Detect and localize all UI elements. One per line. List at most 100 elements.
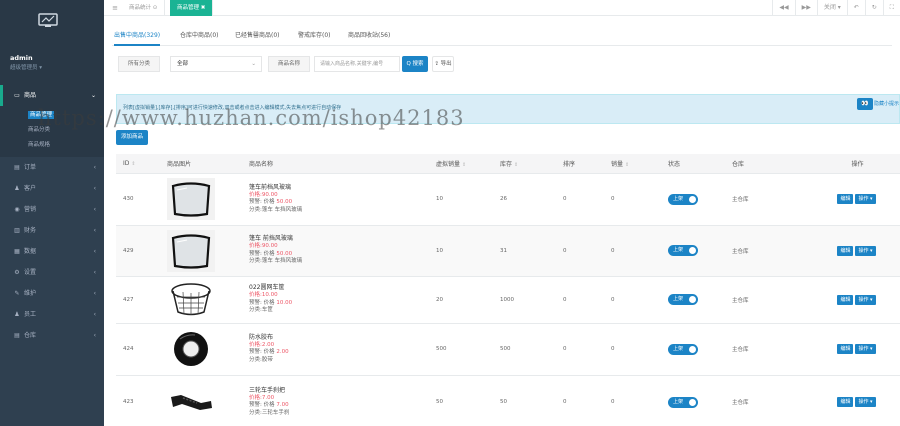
submenu-item-2[interactable]: 商品规格 bbox=[0, 138, 104, 153]
scroll-left-icon[interactable]: ◀◀ bbox=[772, 0, 794, 16]
cell-virtual-sales[interactable]: 10 bbox=[429, 173, 493, 226]
cell-product-info: 022圆网车筐 价格:10.00 预警: 价格 10.00 分类:车筐 bbox=[242, 276, 429, 324]
cell-status: 上架 bbox=[661, 173, 725, 226]
cell-warehouse: 主仓库 bbox=[725, 375, 815, 426]
sidebar-item-5[interactable]: ▦ 数据 ‹ bbox=[0, 241, 104, 262]
cell-stock[interactable]: 50 bbox=[493, 375, 556, 426]
col-sales[interactable]: 销量 ⇕ bbox=[604, 154, 661, 174]
submenu-item-0[interactable]: 商品管理 bbox=[0, 108, 104, 123]
search-input[interactable]: 请输入商品名称,关键字,编号 bbox=[314, 56, 400, 72]
tab-recycle-bin[interactable]: 商品回收站(56) bbox=[348, 28, 390, 46]
cell-warehouse: 主仓库 bbox=[725, 276, 815, 324]
sidebar-item-4[interactable]: ▥ 财务 ‹ bbox=[0, 220, 104, 241]
edit-button[interactable]: 编辑 bbox=[837, 397, 854, 407]
cell-actions: 编辑 操作 ▾ bbox=[815, 276, 900, 324]
more-actions-button[interactable]: 操作 ▾ bbox=[855, 344, 876, 354]
cell-virtual-sales[interactable]: 500 bbox=[429, 323, 493, 376]
sort-icon[interactable]: ⇕ bbox=[462, 162, 466, 168]
sidebar-item-1[interactable]: ▤ 订单 ‹ bbox=[0, 157, 104, 178]
fullscreen-icon[interactable]: ⛶ bbox=[882, 0, 900, 16]
sidebar-item-3[interactable]: ◉ 营销 ‹ bbox=[0, 199, 104, 220]
status-toggle[interactable]: 上架 bbox=[668, 193, 698, 205]
edit-button[interactable]: 编辑 bbox=[837, 344, 854, 354]
product-name[interactable]: 篷车前档风玻璃 bbox=[249, 184, 429, 192]
cell-sort[interactable]: 0 bbox=[556, 323, 604, 376]
product-price: 价格:90.00 bbox=[249, 243, 278, 250]
more-actions-button[interactable]: 操作 ▾ bbox=[855, 245, 876, 256]
cell-virtual-sales[interactable]: 50 bbox=[429, 375, 493, 426]
close-menu-button[interactable]: 关闭 ▾ bbox=[816, 0, 847, 16]
tab-in-warehouse[interactable]: 仓库中商品(0) bbox=[180, 28, 219, 46]
chevron-right-icon: ‹ bbox=[93, 290, 96, 297]
admin-username[interactable]: admin bbox=[10, 54, 33, 62]
cell-sales: 0 bbox=[604, 225, 661, 277]
more-actions-button[interactable]: 操作 ▾ bbox=[855, 397, 876, 407]
col-status: 状态 bbox=[661, 154, 725, 174]
refresh-icon[interactable]: ↻ bbox=[864, 0, 883, 16]
cell-stock[interactable]: 500 bbox=[493, 323, 556, 376]
product-name[interactable]: 三轮车手刹把 bbox=[249, 387, 429, 395]
hide-tip-link[interactable]: 隐藏小提示 bbox=[874, 100, 899, 107]
sidebar-item-9[interactable]: ▤ 仓库 ‹ bbox=[0, 325, 104, 346]
product-price: 价格:10.00 bbox=[249, 292, 278, 299]
sidebar-item-7[interactable]: ✎ 维护 ‹ bbox=[0, 283, 104, 304]
cell-sales: 0 bbox=[604, 276, 661, 324]
menu-icon: ✎ bbox=[14, 290, 20, 297]
cell-sort[interactable]: 0 bbox=[556, 276, 604, 324]
export-button[interactable]: ⇪ 导出 bbox=[432, 56, 454, 72]
edit-button[interactable]: 编辑 bbox=[837, 245, 854, 256]
col-virtual-sales[interactable]: 虚拟销量 ⇕ bbox=[429, 154, 493, 174]
sidebar-item-label: 员工 bbox=[24, 311, 37, 318]
sidebar-item-2[interactable]: ♟ 客户 ‹ bbox=[0, 178, 104, 199]
status-toggle[interactable]: 上架 bbox=[668, 396, 698, 408]
cell-stock[interactable]: 31 bbox=[493, 225, 556, 277]
search-button[interactable]: Q 搜索 bbox=[402, 56, 428, 72]
sort-icon[interactable]: ⇕ bbox=[514, 162, 518, 168]
tab-sold-out[interactable]: 已经售罄商品(0) bbox=[235, 28, 280, 46]
admin-role[interactable]: 超级管理员 ▾ bbox=[10, 63, 42, 71]
cell-virtual-sales[interactable]: 10 bbox=[429, 225, 493, 277]
cell-actions: 编辑 操作 ▾ bbox=[815, 225, 900, 277]
table-row: 430 篷车前档风玻璃 价格:90.00 预警: 价格 50.00 分类:篷车 车挡风玻… bbox=[116, 173, 900, 226]
cell-virtual-sales[interactable]: 20 bbox=[429, 276, 493, 324]
sidebar-item-label: 营销 bbox=[24, 206, 37, 213]
status-toggle[interactable]: 上架 bbox=[668, 294, 698, 305]
cell-stock[interactable]: 1000 bbox=[493, 276, 556, 324]
product-category: 分类:篷车 车挡风玻璃 bbox=[249, 258, 303, 265]
sidebar-item-0[interactable]: ▭ 商品 ⌄ bbox=[0, 85, 104, 106]
col-stock[interactable]: 库存 ⇕ bbox=[493, 154, 556, 174]
menu-toggle-icon[interactable]: ≡ bbox=[108, 0, 122, 16]
add-product-button[interactable]: 添加商品 bbox=[116, 130, 149, 145]
submenu-item-1[interactable]: 商品分类 bbox=[0, 123, 104, 138]
submenu: 商品管理 商品分类 商品规格 bbox=[0, 106, 104, 157]
more-actions-button[interactable]: 操作 ▾ bbox=[855, 194, 876, 204]
category-select[interactable]: 全部 ⌄ bbox=[170, 56, 262, 72]
cell-stock[interactable]: 26 bbox=[493, 173, 556, 226]
tip-toggle-icon[interactable]: 👀 bbox=[857, 98, 873, 110]
more-actions-button[interactable]: 操作 ▾ bbox=[855, 294, 876, 305]
sort-icon[interactable]: ⇕ bbox=[625, 162, 629, 168]
product-warning: 预警: 价格 50.00 bbox=[249, 199, 293, 206]
cell-sort[interactable]: 0 bbox=[556, 173, 604, 226]
col-id[interactable]: ID ⇕ bbox=[116, 154, 160, 174]
status-toggle[interactable]: 上架 bbox=[668, 245, 698, 256]
back-icon[interactable]: ↶ bbox=[846, 0, 865, 16]
scroll-right-icon[interactable]: ▶▶ bbox=[794, 0, 817, 16]
chevron-right-icon: ‹ bbox=[93, 206, 96, 213]
product-name[interactable]: 防水胶布 bbox=[249, 334, 429, 342]
cell-sort[interactable]: 0 bbox=[556, 375, 604, 426]
cell-status: 上架 bbox=[661, 323, 725, 376]
table-row: 429 篷车 前挡风玻璃 价格:90.00 预警: 价格 50.00 分类:篷车 车挡风… bbox=[116, 225, 900, 277]
edit-button[interactable]: 编辑 bbox=[837, 294, 854, 305]
tab-product-manage[interactable]: 商品管理 ✖ bbox=[170, 0, 214, 16]
edit-button[interactable]: 编辑 bbox=[837, 194, 854, 204]
sort-icon[interactable]: ⇕ bbox=[131, 161, 135, 167]
cell-sort[interactable]: 0 bbox=[556, 225, 604, 277]
cell-product-info: 三轮车手刹把 价格:7.00 预警: 价格 7.00 分类:三轮车手刹 bbox=[242, 375, 429, 426]
tab-product-stats[interactable]: 商品统计 ⊙ bbox=[122, 0, 166, 16]
status-toggle[interactable]: 上架 bbox=[668, 343, 698, 355]
sidebar-item-8[interactable]: ♟ 员工 ‹ bbox=[0, 304, 104, 325]
tab-on-sale[interactable]: 出售中商品(329) bbox=[114, 28, 161, 46]
tab-stock-alert[interactable]: 警戒库存(0) bbox=[298, 28, 331, 46]
sidebar-item-6[interactable]: ⚙ 设置 ‹ bbox=[0, 262, 104, 283]
